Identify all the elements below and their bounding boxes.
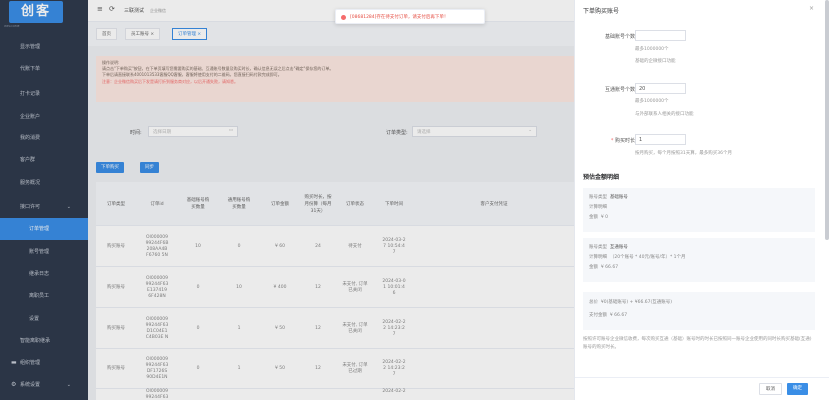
confirm-button[interactable]: 确定	[787, 383, 808, 395]
duration-label-text: 购买时长	[614, 138, 635, 144]
amount-value: ¥ 0	[600, 215, 609, 220]
close-icon[interactable]: ×	[809, 5, 814, 12]
drawer-scrollbar[interactable]	[825, 0, 829, 240]
estimate-title: 预估金额明细	[583, 174, 620, 181]
total-card: 总价 ¥0(基础账号) + ¥66.67(互通账号) 支付金额 ¥ 66.67	[583, 292, 815, 330]
duration-input[interactable]: 1	[635, 134, 686, 145]
base-count-label-text: 基础账号个数	[604, 34, 635, 40]
total-value: ¥0(基础账号) + ¥66.67(互通账号)	[600, 300, 672, 305]
interop-count-label-text: 互通账号个数	[604, 87, 635, 93]
pay-value: ¥ 66.67	[609, 313, 628, 318]
detail-label: 计算明细	[589, 205, 607, 210]
base-count-input[interactable]	[635, 30, 686, 41]
base-count-desc: 基础的企微接口功能	[635, 59, 676, 64]
type-value: 互通账号	[609, 245, 628, 250]
detail-label: 计算明细	[589, 255, 607, 260]
error-icon	[341, 15, 346, 20]
interop-count-label: 互通账号个数	[575, 86, 635, 93]
billing-note: 按照许可账号企业微信收费，每次购买互通（基础）账号时的时长已按照同一账号企业使用…	[583, 337, 812, 350]
base-estimate-card: 账号类型 基础账号 计算明细 金额 ¥ 0	[583, 188, 815, 232]
type-label: 账号类型	[589, 245, 607, 250]
amount-label: 金额	[589, 215, 598, 220]
amount-value: ¥ 66.67	[600, 265, 619, 270]
duration-hint: 按月购买，每个月按照31天算，最多购买36个月	[635, 151, 732, 156]
interop-count-input[interactable]: 20	[635, 83, 686, 94]
interop-estimate-card: 账号类型 互通账号 计算明细 （20个账号 * 40元/账号/年）* 1个月 金…	[583, 238, 815, 282]
base-count-hint: 最多1000000个	[635, 47, 669, 52]
error-toast: [08681284]存在待支付订单，请支付后再下单！	[335, 9, 485, 24]
pay-label: 支付金额	[589, 313, 607, 318]
drawer-footer: 取消 确定	[575, 377, 829, 400]
type-value: 基础账号	[609, 195, 628, 200]
modal-overlay[interactable]	[0, 0, 574, 400]
cancel-button[interactable]: 取消	[759, 383, 782, 395]
toast-message: [08681284]存在待支付订单，请支付后再下单！	[350, 15, 449, 20]
base-count-label: 基础账号个数	[575, 33, 635, 40]
amount-label: 金额	[589, 265, 598, 270]
duration-label: * 购买时长	[575, 137, 635, 144]
total-label: 总价	[589, 300, 598, 305]
detail-value: （20个账号 * 40元/账号/年）* 1个月	[609, 255, 686, 260]
purchase-drawer: 下单购买账号 × 基础账号个数 最多1000000个 基础的企微接口功能 互通账…	[574, 0, 829, 400]
drawer-title: 下单购买账号	[583, 8, 620, 15]
type-label: 账号类型	[589, 195, 607, 200]
interop-count-desc: 与外部联系人相关的接口功能	[635, 112, 694, 117]
interop-count-hint: 最多1000000个	[635, 99, 669, 104]
